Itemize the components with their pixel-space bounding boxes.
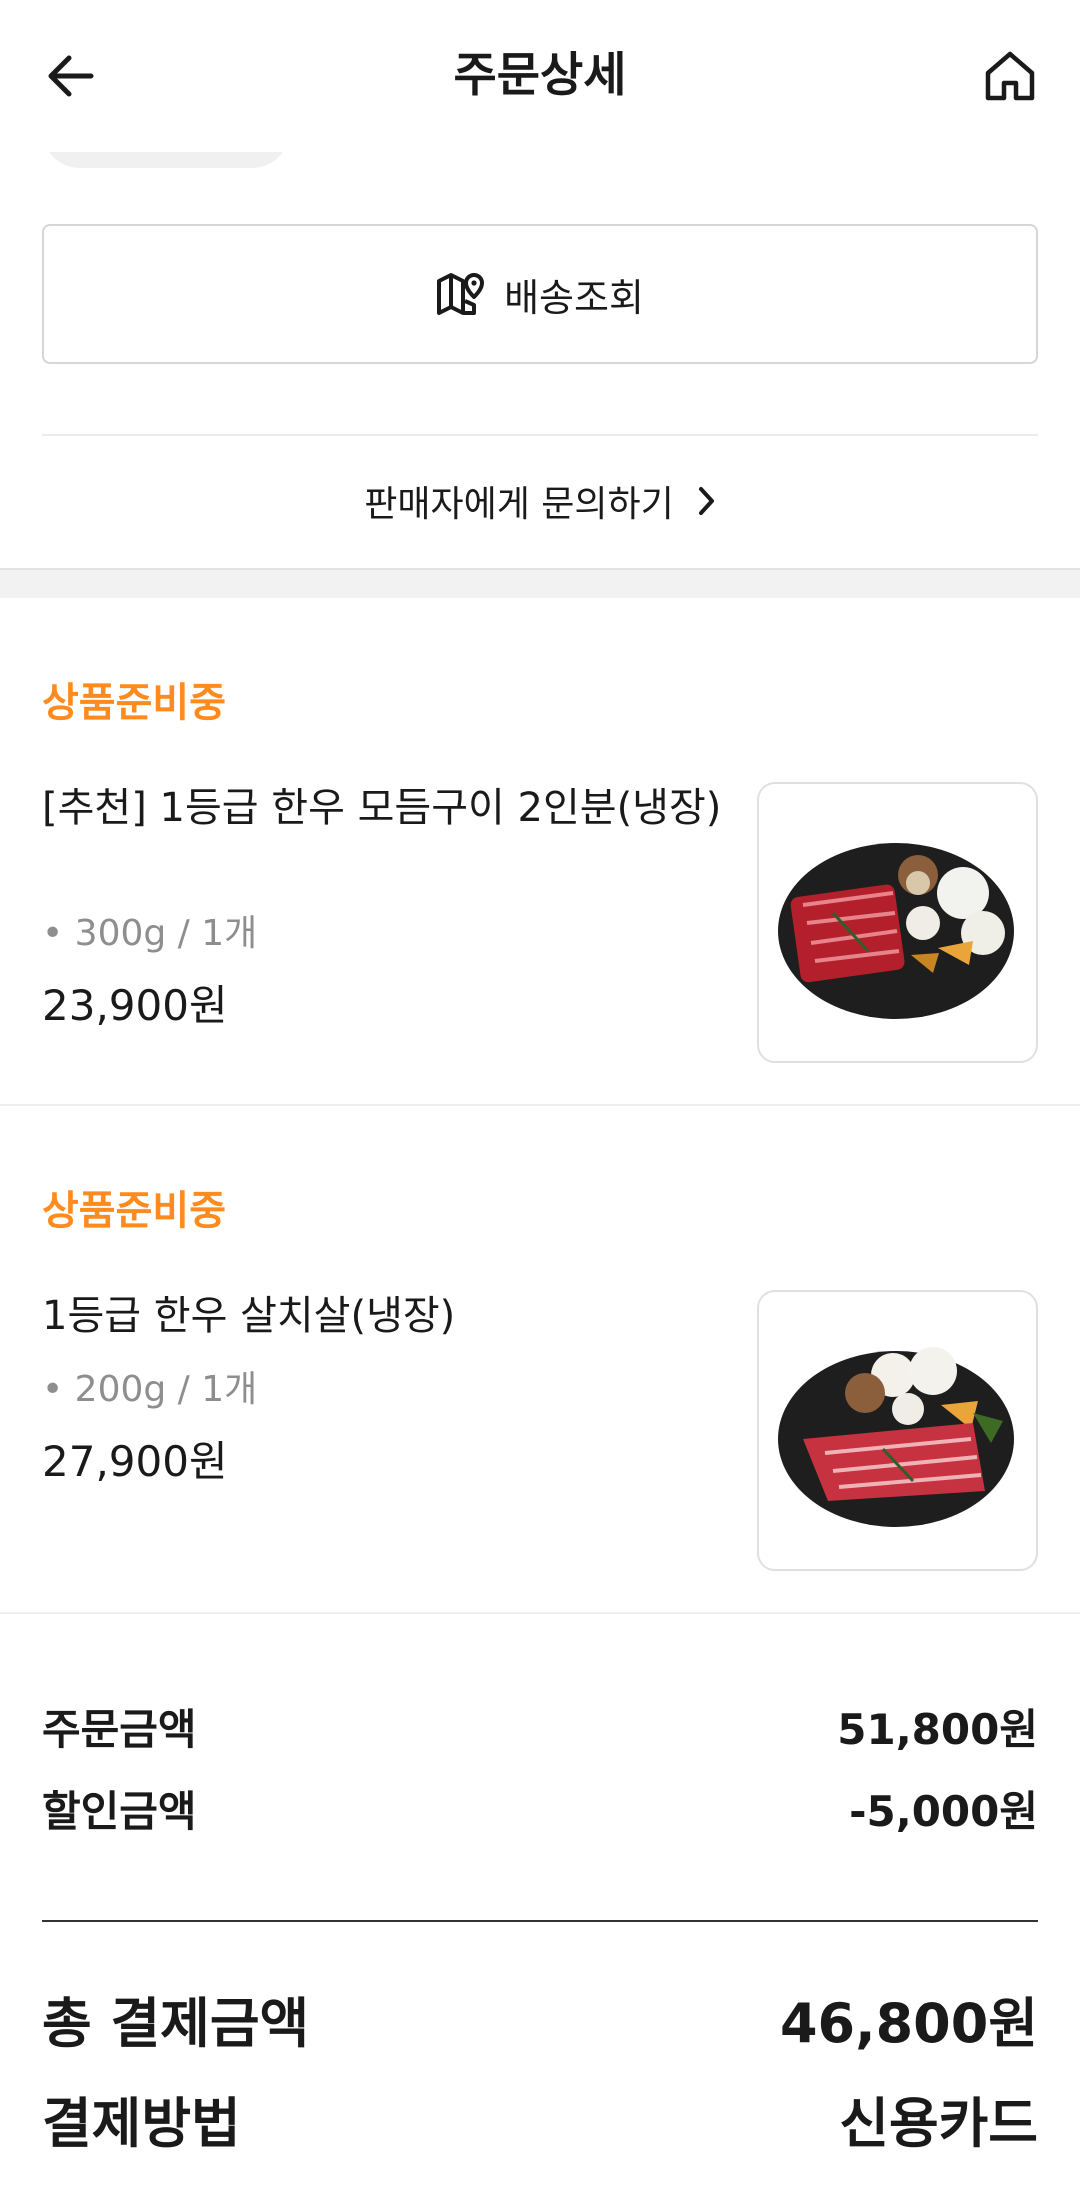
app-header: 주문상세 <box>0 0 1080 152</box>
beef-platter-image <box>777 842 1014 1019</box>
total-payment-row: 총 결제금액 46,800원 <box>42 1982 1038 2055</box>
page-title: 주문상세 <box>453 48 627 103</box>
order-amount-label: 주문금액 <box>42 1704 197 1754</box>
section-separator <box>0 568 1080 598</box>
discount-amount-row: 할인금액 -5,000원 <box>42 1778 1038 1838</box>
home-icon <box>985 51 1035 101</box>
total-payment-label: 총 결제금액 <box>42 1991 310 2055</box>
item-status: 상품준비중 <box>42 1188 226 1234</box>
item-status: 상품준비중 <box>42 680 226 726</box>
delivery-tracking-label: 배송조회 <box>504 275 644 320</box>
delivery-tracking-button[interactable]: 배송조회 <box>42 224 1038 364</box>
chevron-right-icon <box>698 487 714 515</box>
item-price: 27,900원 <box>42 1437 228 1486</box>
summary-divider <box>42 1920 1038 1922</box>
seller-inquiry-link[interactable]: 판매자에게 문의하기 <box>0 436 1080 566</box>
item-option: • 200g / 1개 <box>42 1369 258 1410</box>
payment-method-label: 결제방법 <box>42 2091 241 2155</box>
product-thumbnail[interactable] <box>757 782 1038 1063</box>
item-option: • 300g / 1개 <box>42 913 258 954</box>
item-name[interactable]: [추천] 1등급 한우 모듬구이 2인분(냉장) <box>42 782 722 834</box>
item-price: 23,900원 <box>42 981 228 1030</box>
payment-method-value: 신용카드 <box>839 2091 1038 2155</box>
beef-platter-image <box>777 1346 1014 1527</box>
payment-method-row: 결제방법 신용카드 <box>42 2082 1038 2155</box>
item-divider <box>0 1612 1080 1614</box>
home-button[interactable] <box>978 44 1042 108</box>
item-divider <box>0 1104 1080 1106</box>
item-name[interactable]: 1등급 한우 살치살(냉장) <box>42 1290 722 1342</box>
product-thumbnail[interactable] <box>757 1290 1038 1571</box>
seller-inquiry-label: 판매자에게 문의하기 <box>364 484 674 525</box>
map-pin-icon <box>437 273 485 315</box>
order-amount-row: 주문금액 51,800원 <box>42 1696 1038 1756</box>
order-amount-value: 51,800원 <box>837 1704 1038 1754</box>
total-payment-value: 46,800원 <box>779 1991 1038 2055</box>
discount-amount-value: -5,000원 <box>849 1786 1038 1836</box>
discount-amount-label: 할인금액 <box>42 1786 197 1836</box>
